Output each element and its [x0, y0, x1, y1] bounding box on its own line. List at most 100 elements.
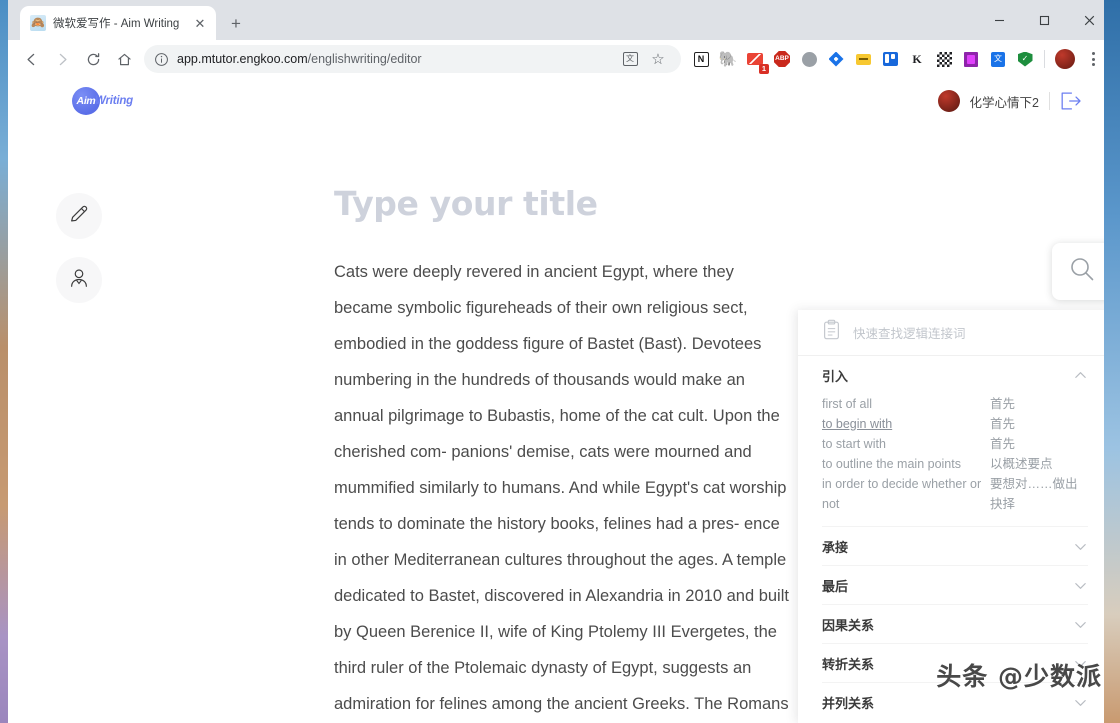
section-header-2[interactable]: 承接: [822, 527, 1088, 565]
document-editor: Type your title Cats were deeply revered…: [334, 185, 796, 723]
phrase-row[interactable]: to outline the main points 以概述要点: [822, 454, 1088, 474]
yellow-note-extension-icon[interactable]: [850, 46, 876, 72]
phrase-english: first of all: [822, 397, 873, 411]
phrase-english: in order to decide whether or not: [822, 477, 982, 511]
section-title: 引入: [822, 368, 849, 384]
maximize-button[interactable]: [1022, 0, 1067, 40]
reload-button[interactable]: [78, 44, 108, 74]
omnibox-actions: 文 ☆: [617, 46, 671, 72]
phrase-chinese: 以概述要点: [990, 457, 1053, 471]
new-tab-button[interactable]: +: [222, 9, 250, 37]
chevron-up-icon[interactable]: [1073, 368, 1088, 383]
browser-window: 🙈 微软爱写作 - Aim Writing ✕ + app.mtutor.eng…: [8, 0, 1112, 723]
toolbar-divider: [1044, 50, 1045, 68]
gmail-extension-icon[interactable]: 1: [742, 46, 769, 74]
blue-translate-extension-icon[interactable]: 文: [985, 46, 1011, 72]
url-text: app.mtutor.engkoo.com/englishwriting/edi…: [177, 52, 422, 66]
phrase-list: first of all 首先 to begin with 首先 to start wi…: [822, 394, 1088, 526]
connector-section: 最后: [822, 566, 1088, 605]
forward-button[interactable]: [47, 44, 77, 74]
left-rail: [56, 193, 102, 303]
url-path: /englishwriting/editor: [307, 52, 422, 66]
connector-section: 承接: [822, 527, 1088, 566]
desktop-wallpaper-right-strip: [1104, 0, 1120, 723]
phrase-chinese: 首先: [990, 437, 1016, 451]
chevron-down-icon[interactable]: [1073, 539, 1088, 554]
page-viewport: Aim Writing 化学心情下2 Type your title Cats …: [8, 78, 1112, 723]
tab-strip: 🙈 微软爱写作 - Aim Writing ✕ +: [8, 0, 1112, 40]
app-header: Aim Writing 化学心情下2: [8, 78, 1112, 124]
kami-extension-icon[interactable]: K: [904, 46, 930, 72]
phrase-english: to start with: [822, 437, 886, 451]
sidebar-item-profile[interactable]: [56, 257, 102, 303]
window-controls: [977, 0, 1112, 40]
pencil-icon: [68, 203, 90, 230]
evernote-extension-icon[interactable]: 🐘: [715, 46, 741, 72]
panel-search-row[interactable]: 快速查找逻辑连接词: [798, 310, 1112, 356]
page-info-icon[interactable]: [154, 52, 169, 67]
browser-tab[interactable]: 🙈 微软爱写作 - Aim Writing ✕: [20, 6, 216, 40]
watermark: 头条 @少数派: [936, 662, 1102, 691]
profile-avatar[interactable]: [1055, 49, 1075, 69]
logout-icon[interactable]: [1060, 92, 1082, 110]
person-icon: [68, 267, 90, 294]
phrase-row[interactable]: first of all 首先: [822, 394, 1088, 414]
header-user-area: 化学心情下2: [937, 90, 1082, 112]
chevron-down-icon[interactable]: [1073, 578, 1088, 593]
home-button[interactable]: [109, 44, 139, 74]
phrase-chinese: 首先: [990, 397, 1016, 411]
connector-section: 因果关系: [822, 605, 1088, 644]
search-icon: [1068, 255, 1096, 288]
phrase-row[interactable]: to start with 首先: [822, 434, 1088, 454]
address-bar[interactable]: app.mtutor.engkoo.com/englishwriting/edi…: [144, 45, 681, 73]
green-shield-extension-icon[interactable]: ✓: [1012, 46, 1038, 72]
phrase-row[interactable]: in order to decide whether or not 要想对……做出…: [822, 474, 1088, 514]
clipboard-icon: [822, 319, 841, 346]
phrase-english: to begin with: [822, 417, 893, 431]
page-favicon-icon: 🙈: [30, 15, 46, 31]
section-header-4[interactable]: 因果关系: [822, 605, 1088, 643]
phrase-row[interactable]: to begin with 首先: [822, 414, 1088, 434]
translate-icon[interactable]: 文: [617, 46, 643, 72]
section-title: 并列关系: [822, 695, 875, 711]
sidebar-item-write[interactable]: [56, 193, 102, 239]
user-name: 化学心情下2: [969, 95, 1039, 110]
grey-circle-extension-icon[interactable]: [796, 46, 822, 72]
section-title: 转折关系: [822, 656, 875, 672]
minimize-button[interactable]: [977, 0, 1022, 40]
app-logo[interactable]: Aim Writing: [72, 87, 133, 115]
connector-section: 引入 first of all 首先 to begin with 首先 to start …: [822, 356, 1088, 527]
section-title: 承接: [822, 539, 849, 555]
star-icon[interactable]: ☆: [645, 46, 671, 72]
section-title: 最后: [822, 578, 849, 594]
tab-close-icon[interactable]: ✕: [192, 15, 208, 31]
back-button[interactable]: [16, 44, 46, 74]
kebab-menu-icon[interactable]: [1080, 46, 1106, 72]
purple-reader-extension-icon[interactable]: [958, 46, 984, 72]
section-title: 因果关系: [822, 617, 875, 633]
phrase-chinese: 首先: [990, 417, 1016, 431]
phrase-chinese: 要想对……做出抉择: [990, 477, 1078, 511]
header-divider: [1049, 92, 1050, 110]
blue-diamond-extension-icon[interactable]: [823, 46, 849, 72]
qr-code-extension-icon[interactable]: [931, 46, 957, 72]
gmail-unread-badge: 1: [759, 64, 769, 74]
document-title-input[interactable]: Type your title: [334, 185, 796, 222]
chevron-down-icon[interactable]: [1073, 695, 1088, 710]
panel-search-toggle[interactable]: [1052, 243, 1112, 300]
document-body-text[interactable]: Cats were deeply revered in ancient Egyp…: [334, 254, 796, 723]
extension-bar: N 🐘 1 ABP K 文 ✓: [688, 46, 1106, 74]
logo-wordmark: Writing: [95, 95, 133, 107]
adblock-plus-extension-icon[interactable]: ABP: [769, 46, 795, 72]
section-header-1[interactable]: 引入: [822, 356, 1088, 394]
chevron-down-icon[interactable]: [1073, 617, 1088, 632]
phrase-english: to outline the main points: [822, 457, 961, 471]
user-avatar[interactable]: [937, 90, 960, 112]
browser-toolbar: app.mtutor.engkoo.com/englishwriting/edi…: [8, 40, 1112, 78]
trello-extension-icon[interactable]: [877, 46, 903, 72]
panel-search-placeholder: 快速查找逻辑连接词: [853, 327, 966, 341]
url-host: app.mtutor.engkoo.com: [177, 52, 308, 66]
section-header-3[interactable]: 最后: [822, 566, 1088, 604]
notion-extension-icon[interactable]: N: [688, 46, 714, 72]
tab-title: 微软爱写作 - Aim Writing: [53, 18, 180, 30]
